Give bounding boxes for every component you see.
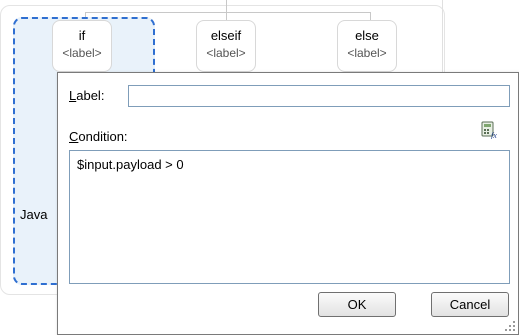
branch-name: if — [78, 28, 86, 43]
else-branch[interactable]: else <label> — [337, 20, 397, 72]
condition-caption: Condition: — [69, 129, 128, 144]
branch-name: elseif — [210, 28, 242, 43]
branch-connector-line — [85, 12, 370, 13]
branch-label: <label> — [62, 46, 102, 60]
svg-text:fx: fx — [491, 131, 497, 139]
java-activity-label: Java — [20, 207, 48, 222]
branch-label: <label> — [347, 46, 387, 60]
label-input[interactable] — [128, 85, 510, 107]
elseif-connector — [226, 0, 227, 20]
ok-button[interactable]: OK — [318, 292, 396, 317]
else-connector — [370, 12, 371, 20]
if-branch[interactable]: if <label> — [52, 20, 112, 72]
elseif-branch[interactable]: elseif <label> — [196, 20, 256, 72]
branch-name: else — [355, 28, 379, 43]
expression-builder-icon[interactable]: fx — [481, 121, 499, 140]
condition-dialog: Label: Condition: fx $input.payload > 0 … — [57, 72, 519, 335]
label-caption: Label: — [69, 88, 105, 103]
branch-label: <label> — [206, 46, 246, 60]
resize-grip-icon[interactable] — [504, 320, 516, 332]
condition-input[interactable]: $input.payload > 0 — [69, 150, 510, 284]
cancel-button[interactable]: Cancel — [431, 292, 509, 317]
